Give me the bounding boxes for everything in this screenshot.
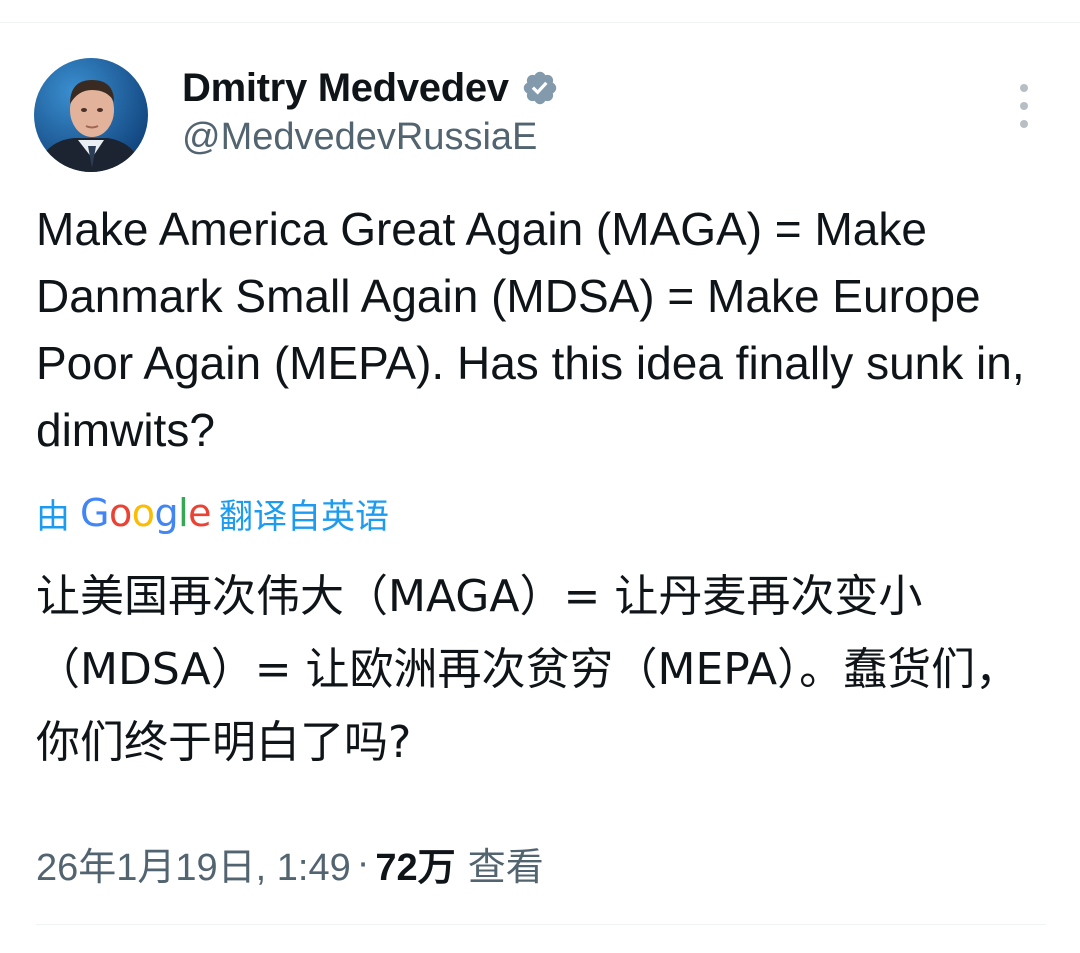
google-logo: Google	[80, 491, 212, 535]
verified-badge-icon	[523, 71, 556, 105]
top-divider	[0, 22, 1080, 23]
translated-by-prefix: 由	[36, 497, 70, 536]
avatar-image	[34, 58, 148, 172]
translated-text: 让美国再次伟大（MAGA）= 让丹麦再次变小（MDSA）= 让欧洲再次贫穷（ME…	[36, 571, 1020, 768]
tweet-meta: 26年1月19日, 1:49 · 72万 查看	[36, 836, 544, 891]
more-dot	[1020, 102, 1028, 110]
tweet-text: Make America Great Again (MAGA) = Make D…	[36, 203, 1025, 456]
more-dot	[1020, 84, 1028, 92]
more-vertical-icon[interactable]	[1008, 84, 1040, 128]
user-handle[interactable]: @MedvedevRussiaE	[182, 116, 537, 159]
avatar[interactable]	[34, 58, 148, 172]
more-dot	[1020, 120, 1028, 128]
views-label[interactable]: 查看	[468, 836, 544, 891]
bottom-divider	[36, 924, 1046, 925]
translated-by-google-link[interactable]: 由 Google 翻译自英语	[36, 488, 389, 538]
views-count[interactable]: 72万	[375, 836, 455, 891]
translated-by-suffix: 翻译自英语	[219, 497, 390, 536]
name-row[interactable]: Dmitry Medvedev	[182, 64, 559, 112]
display-name[interactable]: Dmitry Medvedev	[182, 66, 509, 111]
timestamp[interactable]: 26年1月19日, 1:49	[36, 836, 351, 891]
meta-separator: ·	[356, 841, 370, 884]
